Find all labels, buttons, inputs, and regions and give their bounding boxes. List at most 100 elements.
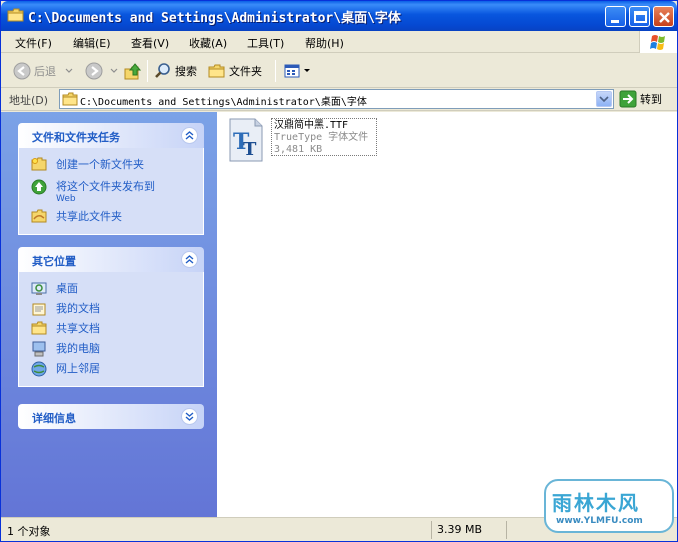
menu-help[interactable]: 帮助(H)	[305, 35, 344, 51]
folders-button[interactable]: 文件夹	[208, 60, 262, 82]
other-places-panel: 其它位置 桌面 我的文档 共享文档 我的电脑 网上邻居	[18, 247, 204, 387]
other-places-title: 其它位置	[32, 255, 76, 268]
menu-file[interactable]: 文件(F)	[15, 35, 52, 51]
new-folder-icon	[31, 157, 47, 171]
place-my-documents[interactable]: 我的文档	[19, 300, 203, 320]
forward-button[interactable]	[85, 60, 119, 82]
window-title: C:\Documents and Settings\Administrator\…	[28, 11, 401, 26]
my-computer-icon	[32, 341, 46, 357]
back-arrow-icon	[13, 62, 31, 80]
go-label: 转到	[640, 93, 662, 106]
status-divider	[431, 521, 432, 539]
place-label: 我的文档	[56, 302, 100, 315]
up-folder-button[interactable]	[123, 60, 143, 82]
publish-web-icon	[31, 179, 47, 195]
place-label: 桌面	[56, 282, 78, 295]
details-panel: 详细信息	[18, 404, 204, 429]
other-places-header[interactable]: 其它位置	[18, 247, 204, 272]
desktop-icon	[31, 282, 47, 295]
network-places-icon	[31, 361, 47, 377]
close-button[interactable]	[653, 6, 674, 27]
status-total-size: 3.39 MB	[437, 523, 483, 536]
collapse-button[interactable]	[181, 127, 198, 144]
place-desktop[interactable]: 桌面	[19, 280, 203, 300]
expand-button[interactable]	[181, 408, 198, 425]
task-label: 共享此文件夹	[56, 210, 122, 223]
chevron-down-icon	[65, 68, 73, 73]
file-tasks-title: 文件和文件夹任务	[32, 131, 120, 144]
maximize-button[interactable]	[629, 6, 650, 27]
place-label: 网上邻居	[56, 362, 100, 375]
maximize-icon	[634, 11, 647, 23]
back-button[interactable]: 后退	[13, 60, 74, 82]
address-label: 地址(D)	[9, 94, 49, 107]
watermark-url: www.YLMFU.com	[556, 516, 643, 526]
views-button[interactable]	[283, 60, 311, 82]
go-button[interactable]: 转到	[619, 89, 662, 109]
views-icon	[284, 64, 300, 78]
address-input[interactable]: C:\Documents and Settings\Administrator\…	[59, 89, 614, 109]
menu-edit[interactable]: 编辑(E)	[73, 35, 111, 51]
up-folder-icon	[124, 63, 142, 80]
close-icon	[659, 12, 670, 23]
other-places-body: 桌面 我的文档 共享文档 我的电脑 网上邻居	[18, 272, 204, 387]
windows-logo	[639, 31, 677, 53]
task-pane: 文件和文件夹任务 创建一个新文件夹 将这个文件夹发布到 Web 共享此文件夹 其…	[1, 112, 217, 517]
task-publish-web[interactable]: 将这个文件夹发布到 Web	[19, 178, 203, 204]
my-documents-icon	[32, 303, 46, 316]
menu-tools[interactable]: 工具(T)	[247, 35, 284, 51]
share-folder-icon	[31, 209, 47, 223]
folders-icon	[208, 64, 225, 78]
search-icon	[155, 63, 170, 78]
svg-text:T: T	[243, 139, 257, 160]
file-tasks-panel: 文件和文件夹任务 创建一个新文件夹 将这个文件夹发布到 Web 共享此文件夹	[18, 123, 204, 235]
collapse-button[interactable]	[181, 251, 198, 268]
explorer-window: C:\Documents and Settings\Administrator\…	[0, 0, 678, 542]
windows-flag-icon	[650, 35, 665, 50]
toolbar-separator	[147, 60, 148, 82]
toolbar: 后退 搜索 文件夹	[1, 54, 677, 88]
go-arrow-icon	[619, 90, 637, 108]
chevron-down-icon	[304, 69, 310, 72]
toolbar-separator	[275, 60, 276, 82]
place-label: 共享文档	[56, 322, 100, 335]
file-name: 汉鼎简中黑.TTF	[274, 120, 349, 131]
search-button[interactable]: 搜索	[154, 60, 197, 82]
address-bar: 地址(D) C:\Documents and Settings\Administ…	[1, 88, 677, 111]
task-share-folder[interactable]: 共享此文件夹	[19, 208, 203, 228]
truetype-font-icon: T T	[229, 118, 263, 162]
shared-documents-icon	[31, 321, 47, 335]
title-bar[interactable]: C:\Documents and Settings\Administrator\…	[1, 1, 677, 31]
file-list-area[interactable]: T T 汉鼎简中黑.TTF TrueType 字体文件 3,481 KB	[217, 112, 677, 517]
place-shared-documents[interactable]: 共享文档	[19, 320, 203, 340]
menu-favorites[interactable]: 收藏(A)	[189, 35, 227, 51]
chevron-up-icon	[185, 255, 194, 264]
place-network[interactable]: 网上邻居	[19, 360, 203, 380]
menu-view[interactable]: 查看(V)	[131, 35, 169, 51]
task-new-folder[interactable]: 创建一个新文件夹	[19, 156, 203, 176]
search-label: 搜索	[175, 65, 197, 78]
status-object-count: 1 个对象	[7, 525, 51, 538]
minimize-icon	[611, 20, 619, 23]
status-divider	[506, 521, 507, 539]
file-type: TrueType 字体文件	[274, 132, 369, 143]
details-title: 详细信息	[32, 412, 76, 425]
folder-icon	[7, 8, 24, 22]
file-tasks-body: 创建一个新文件夹 将这个文件夹发布到 Web 共享此文件夹	[18, 148, 204, 235]
file-info: 汉鼎简中黑.TTF TrueType 字体文件 3,481 KB	[271, 118, 377, 156]
place-label: 我的电脑	[56, 342, 100, 355]
place-my-computer[interactable]: 我的电脑	[19, 340, 203, 360]
back-label: 后退	[34, 65, 56, 78]
chevron-up-icon	[185, 131, 194, 140]
chevron-down-icon	[599, 96, 609, 103]
watermark-badge: 雨林木风 www.YLMFU.com	[544, 479, 674, 533]
task-sublabel: Web	[56, 194, 76, 204]
file-size: 3,481 KB	[274, 144, 323, 155]
address-dropdown-button[interactable]	[596, 91, 612, 107]
minimize-button[interactable]	[605, 6, 626, 27]
chevron-down-icon	[110, 68, 118, 73]
details-header[interactable]: 详细信息	[18, 404, 204, 429]
file-tasks-header[interactable]: 文件和文件夹任务	[18, 123, 204, 148]
task-label: 将这个文件夹发布到	[56, 180, 155, 193]
folder-icon	[62, 92, 78, 106]
